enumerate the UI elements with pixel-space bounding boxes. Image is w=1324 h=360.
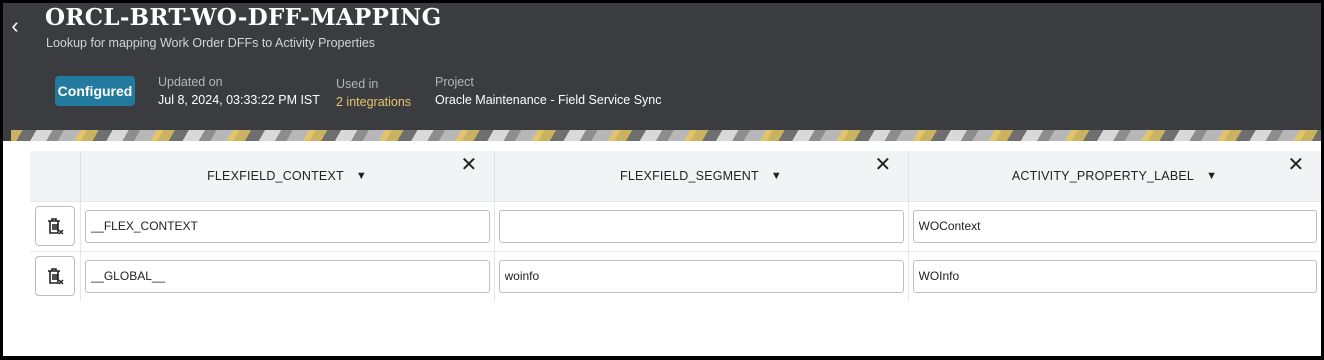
column-header-label: FLEXFIELD_CONTEXT [207,168,344,183]
caret-down-icon[interactable]: ▼ [1206,170,1217,182]
caret-down-icon[interactable]: ▼ [356,170,367,182]
close-icon[interactable]: ✕ [1288,153,1305,177]
status-badge: Configured [55,76,135,106]
lookup-detail-page: ‹ ORCL-BRT-WO-DFF-MAPPING Lookup for map… [3,3,1321,356]
flexfield-segment-input[interactable] [498,259,904,293]
flexfield-segment-input[interactable] [498,209,904,243]
activity-property-label-input[interactable] [912,259,1317,293]
activity-property-label-input[interactable] [912,209,1317,243]
page-header: ‹ ORCL-BRT-WO-DFF-MAPPING Lookup for map… [3,3,1321,143]
lookup-table-panel: FLEXFIELD_CONTEXT ▼ ✕ FLEXFIELD_SEGMENT … [3,141,1321,356]
flexfield-context-input[interactable] [84,259,490,293]
chevron-left-icon[interactable]: ‹ [5,11,25,41]
table-row [30,200,1321,251]
close-icon[interactable]: ✕ [875,153,892,177]
delete-row-button[interactable] [34,256,75,297]
column-header: FLEXFIELD_CONTEXT ▼ ✕ [80,151,495,201]
flexfield-context-input[interactable] [84,209,490,243]
used-in-integrations-link[interactable]: 2 integrations [336,95,411,109]
page-subtitle: Lookup for mapping Work Order DFFs to Ac… [46,36,376,50]
trash-icon [47,218,64,235]
close-icon[interactable]: ✕ [461,153,478,177]
updated-value: Jul 8, 2024, 03:33:22 PM IST [158,93,320,107]
project-label: Project [435,75,474,89]
updated-label: Updated on [158,75,223,89]
trash-icon [47,268,64,285]
project-info: Project Oracle Maintenance - Field Servi… [435,75,661,107]
used-in-info: Used in 2 integrations [336,77,411,109]
column-header: FLEXFIELD_SEGMENT ▼ ✕ [494,151,909,201]
column-header-label: FLEXFIELD_SEGMENT [620,168,759,183]
table-header-row: FLEXFIELD_CONTEXT ▼ ✕ FLEXFIELD_SEGMENT … [30,151,1321,201]
updated-info: Updated on Jul 8, 2024, 03:33:22 PM IST [158,75,320,107]
delete-row-button[interactable] [34,206,75,246]
caret-down-icon[interactable]: ▼ [771,170,782,182]
project-value: Oracle Maintenance - Field Service Sync [435,93,662,107]
table-header-corner [30,151,81,201]
used-in-label: Used in [336,77,379,91]
page-title: ORCL-BRT-WO-DFF-MAPPING [45,4,442,31]
column-header-label: ACTIVITY_PROPERTY_LABEL [1011,168,1195,183]
lookup-table: FLEXFIELD_CONTEXT ▼ ✕ FLEXFIELD_SEGMENT … [30,151,1321,301]
column-header: ACTIVITY_PROPERTY_LABEL ▼ ✕ [908,151,1321,201]
table-row [30,250,1321,301]
